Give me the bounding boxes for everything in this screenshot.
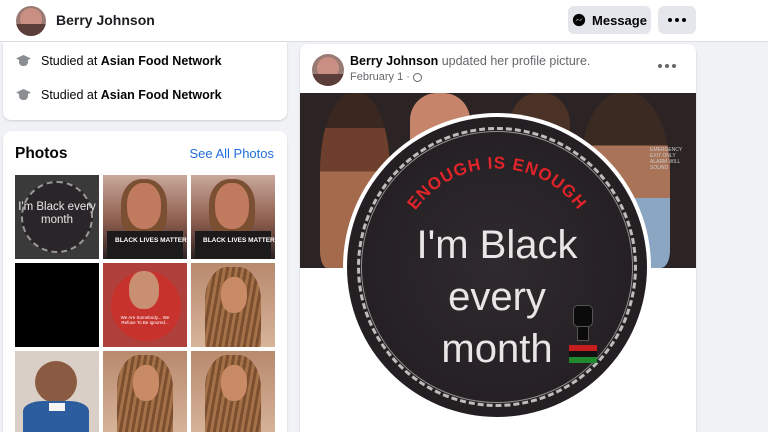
message-button[interactable]: Message bbox=[568, 6, 651, 34]
more-dots-icon bbox=[658, 64, 676, 68]
education-item: Studied at Asian Food Network bbox=[15, 54, 222, 68]
profile-text-line-3: month bbox=[441, 327, 553, 371]
svg-text:ENOUGH IS ENOUGH: ENOUGH IS ENOUGH bbox=[404, 153, 591, 213]
public-globe-icon bbox=[412, 72, 422, 82]
profile-avatar[interactable] bbox=[16, 6, 46, 36]
post-meta: February 1 · bbox=[350, 71, 422, 83]
profile-name[interactable]: Berry Johnson bbox=[56, 12, 155, 28]
see-all-photos-link[interactable]: See All Photos bbox=[189, 146, 274, 161]
profile-header-bar: Berry Johnson Message bbox=[0, 0, 768, 42]
profile-text-line-2: every bbox=[448, 275, 546, 319]
more-options-button[interactable] bbox=[658, 6, 696, 34]
post-date[interactable]: February 1 · bbox=[350, 71, 410, 83]
message-button-label: Message bbox=[592, 12, 647, 28]
education-place[interactable]: Asian Food Network bbox=[101, 54, 222, 68]
photos-grid: I'm Black every month BLACK LIVES MATTER… bbox=[15, 175, 275, 432]
education-prefix: Studied at bbox=[41, 88, 101, 102]
photo-banner-text: BLACK LIVES MATTER bbox=[203, 237, 275, 244]
photo-thumbnail[interactable] bbox=[15, 351, 99, 432]
photo-thumbnail[interactable] bbox=[191, 263, 275, 347]
raised-fist-icon bbox=[569, 305, 597, 367]
education-prefix: Studied at bbox=[41, 54, 101, 68]
messenger-icon bbox=[572, 13, 586, 27]
graduation-cap-icon bbox=[15, 89, 32, 101]
post-header: Berry Johnson updated her profile pictur… bbox=[350, 54, 590, 68]
more-dots-icon bbox=[668, 18, 686, 22]
photo-thumbnail[interactable]: BLACK LIVES MATTER bbox=[103, 175, 187, 259]
profile-arc-text: ENOUGH IS ENOUGH bbox=[404, 153, 590, 213]
photos-title: Photos bbox=[15, 145, 68, 162]
post-author-avatar[interactable] bbox=[312, 54, 344, 86]
photo-thumbnail[interactable] bbox=[103, 351, 187, 432]
intro-card: Studied at Asian Food Network Studied at… bbox=[3, 42, 287, 120]
photos-card: Photos See All Photos I'm Black every mo… bbox=[3, 131, 287, 432]
photo-thumbnail[interactable]: I'm Black every month bbox=[15, 175, 99, 259]
graduation-cap-icon bbox=[15, 55, 32, 67]
photo-thumbnail-text: I'm Black every month bbox=[18, 201, 96, 226]
photo-thumbnail[interactable]: We Are Somebody... We Refuse To Be Ignor… bbox=[103, 263, 187, 347]
photo-thumbnail[interactable]: BLACK LIVES MATTER bbox=[191, 175, 275, 259]
education-place[interactable]: Asian Food Network bbox=[101, 88, 222, 102]
post-author-name[interactable]: Berry Johnson bbox=[350, 54, 438, 68]
photo-thumbnail[interactable] bbox=[15, 263, 99, 347]
profile-text-line-1: I'm Black bbox=[416, 223, 578, 267]
profile-picture[interactable]: ENOUGH IS ENOUGH I'm Black every month bbox=[343, 113, 651, 421]
education-item: Studied at Asian Food Network bbox=[15, 88, 222, 102]
post-more-button[interactable] bbox=[658, 64, 676, 68]
profile-picture-text: I'm Black every month bbox=[347, 219, 647, 375]
photo-banner-text: BLACK LIVES MATTER bbox=[115, 237, 187, 244]
photo-thumbnail-text: We Are Somebody... We Refuse To Be Ignor… bbox=[120, 315, 170, 325]
cover-plaque-text: EMERGENCY EXIT ONLY ALARM WILL SOUND bbox=[650, 147, 683, 171]
photo-thumbnail[interactable] bbox=[191, 351, 275, 432]
post-action-text: updated her profile picture. bbox=[438, 54, 591, 68]
